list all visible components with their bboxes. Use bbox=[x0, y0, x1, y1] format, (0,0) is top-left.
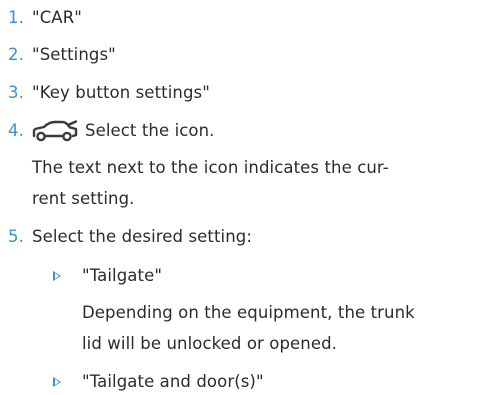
instruction-document: 1. "CAR" 2. "Settings" 3. "Key button se… bbox=[0, 0, 487, 391]
step-note: The text next to the icon indicates the … bbox=[32, 152, 389, 214]
step-number: 5. bbox=[8, 227, 24, 246]
step-number: 1. bbox=[8, 8, 24, 27]
note-line: The text next to the icon indicates the … bbox=[32, 158, 389, 177]
option-label: "Tailgate and door(s)" bbox=[82, 372, 264, 391]
triangle-bullet-icon bbox=[53, 377, 61, 387]
triangle-bullet-icon bbox=[53, 271, 61, 281]
step-text: "CAR" bbox=[32, 8, 82, 27]
note-line: rent setting. bbox=[32, 189, 135, 208]
description-line: Depending on the equipment, the trunk bbox=[82, 303, 415, 322]
description-line: lid will be unlocked or opened. bbox=[82, 334, 338, 353]
step-number: 2. bbox=[8, 45, 24, 64]
step-text: Select the icon. bbox=[85, 121, 215, 140]
step-number: 4. bbox=[8, 121, 24, 140]
step-text: "Key button settings" bbox=[32, 83, 210, 102]
step-4: 4. Select the icon. bbox=[0, 118, 487, 144]
car-trunk-open-icon bbox=[32, 119, 79, 143]
step-text: "Settings" bbox=[32, 45, 116, 64]
step-text: Select the desired setting: bbox=[32, 227, 253, 246]
option-label: "Tailgate" bbox=[82, 266, 163, 285]
option-description: Depending on the equipment, the trunk li… bbox=[82, 297, 415, 359]
step-number: 3. bbox=[8, 83, 24, 102]
